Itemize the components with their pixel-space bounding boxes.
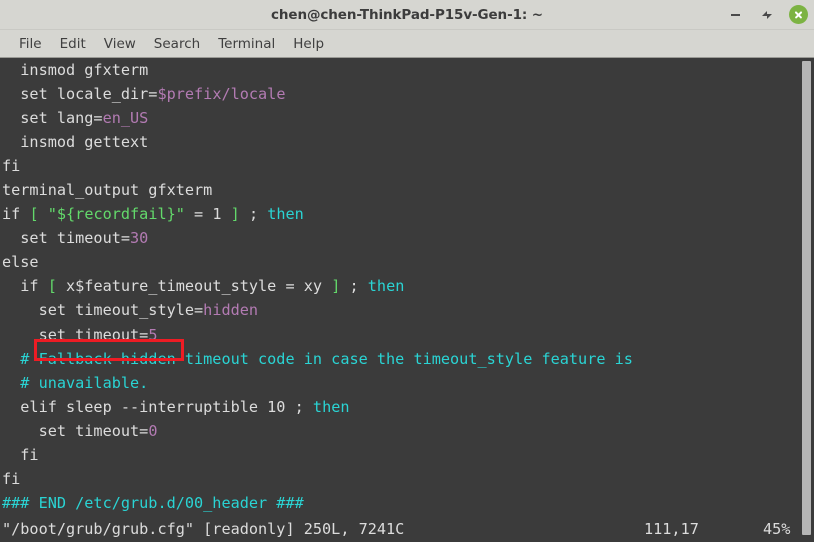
line-set-timeout-30: set timeout=30 [2,226,633,250]
line-set-timeout-5: set timeout=5 [2,323,633,347]
terminal-text-span: ; [248,205,259,224]
terminal-text-span: ] [331,277,341,296]
window-controls [725,0,808,29]
window-title: chen@chen-ThinkPad-P15v-Gen-1: ~ [271,6,543,23]
terminal-text-span: then [367,277,405,296]
terminal-text-span: ; [294,397,304,416]
line-comment-fallback: # Fallback hidden-timeout code in case t… [2,347,633,371]
minimize-button[interactable] [725,5,745,25]
terminal-text-span: insmod gfxterm [2,61,149,79]
terminal-text-span: "${recordfail}" [47,205,185,224]
menu-item-help[interactable]: Help [284,34,333,54]
vertical-scrollbar[interactable] [799,58,814,542]
vim-cursor-position: 111,17 [644,520,699,538]
terminal-text-span [304,398,313,416]
terminal-text-span: insmod gettext [2,133,149,152]
scrollbar-thumb[interactable] [802,61,811,535]
terminal-text-span: fi [2,469,21,488]
vim-file-info: "/boot/grub/grub.cfg" [readonly] 250L, 7… [2,520,405,538]
terminal-text-span: # unavailable. [2,373,149,392]
terminal-screen[interactable]: insmod gfxterm set locale_dir=$prefix/lo… [0,58,814,542]
menu-item-search[interactable]: Search [145,34,209,54]
terminal-text-span [39,205,48,223]
title-bar: chen@chen-ThinkPad-P15v-Gen-1: ~ [0,0,814,30]
terminal-text-span: ; [340,277,368,296]
line-insmod-gettext: insmod gettext [2,130,633,154]
terminal-text-span: then [267,205,304,224]
menu-item-view[interactable]: View [95,34,145,54]
line-if-recordfail: if [ "${recordfail}" = 1 ] ; then [2,202,633,226]
terminal-text-span: else [2,253,39,272]
line-end-00-header: ### END /etc/grub.d/00_header ### [2,491,633,515]
line-set-lang: set lang=en_US [2,106,633,130]
maximize-button[interactable] [757,5,777,25]
menu-item-edit[interactable]: Edit [51,34,95,54]
menu-item-terminal[interactable]: Terminal [209,34,284,54]
terminal-text-span: elif sleep --interruptible 10 [2,397,295,416]
maximize-icon [762,10,772,20]
terminal-text-span: then [312,397,350,416]
terminal-text-span: = 1 [184,205,231,224]
close-button[interactable] [789,5,808,24]
terminal-text-buffer: insmod gfxterm set locale_dir=$prefix/lo… [2,58,633,542]
vim-scroll-percent: 45% [763,520,791,538]
terminal-text-span: set locale_dir= [2,85,158,104]
terminal-text-span: set timeout_style= [2,301,204,320]
terminal-text-span: 0 [148,421,158,440]
terminal-text-span: $prefix/locale [157,85,286,104]
line-set-timeout-0: set timeout=0 [2,419,633,443]
terminal-text-span: ] [230,205,240,224]
terminal-text-span: 5 [148,325,158,344]
terminal-text-span: hidden [203,301,259,320]
line-set-locale-dir: set locale_dir=$prefix/locale [2,82,633,106]
terminal-text-span [240,205,249,223]
terminal-text-span: if [2,277,48,296]
line-fi-2: fi [2,443,633,467]
terminal-window: chen@chen-ThinkPad-P15v-Gen-1: ~ File Ed… [0,0,814,542]
terminal-text-span: ### END /etc/grub.d/00_header ### [2,493,304,512]
terminal-text-span: set timeout= [2,229,131,248]
line-if-feature-timeout: if [ x$feature_timeout_style = xy ] ; th… [2,274,633,298]
line-set-timeout-style: set timeout_style=hidden [2,298,633,322]
terminal-text-span: terminal_output gfxterm [2,181,213,200]
line-terminal-output: terminal_output gfxterm [2,178,633,202]
terminal-text-span: set timeout= [2,421,149,440]
menu-item-file[interactable]: File [10,34,51,54]
terminal-text-span: # Fallback hidden-timeout code in case t… [2,349,633,368]
line-fi-1: fi [2,154,633,178]
line-fi-3: fi [2,467,633,491]
terminal-text-span: [ [47,277,57,296]
line-elif-sleep: elif sleep --interruptible 10 ; then [2,395,633,419]
terminal-text-span: en_US [102,109,149,128]
menu-bar: File Edit View Search Terminal Help [0,30,814,58]
vim-status-line: "/boot/grub/grub.cfg" [readonly] 250L, 7… [0,519,814,542]
terminal-text-span: fi [2,445,39,464]
terminal-text-span: [ [29,205,39,224]
terminal-text-span [258,205,267,223]
terminal-text-span: fi [2,157,21,176]
terminal-text-span: set timeout= [2,325,149,344]
terminal-text-span: set lang= [2,109,103,128]
terminal-text-span: x$feature_timeout_style = xy [56,277,332,296]
line-insmod-gfxterm: insmod gfxterm [2,58,633,82]
line-comment-unavailable: # unavailable. [2,371,633,395]
minimize-icon [730,13,740,16]
line-else: else [2,250,633,274]
terminal-text-span: if [2,205,30,224]
terminal-text-span: 30 [130,229,149,248]
